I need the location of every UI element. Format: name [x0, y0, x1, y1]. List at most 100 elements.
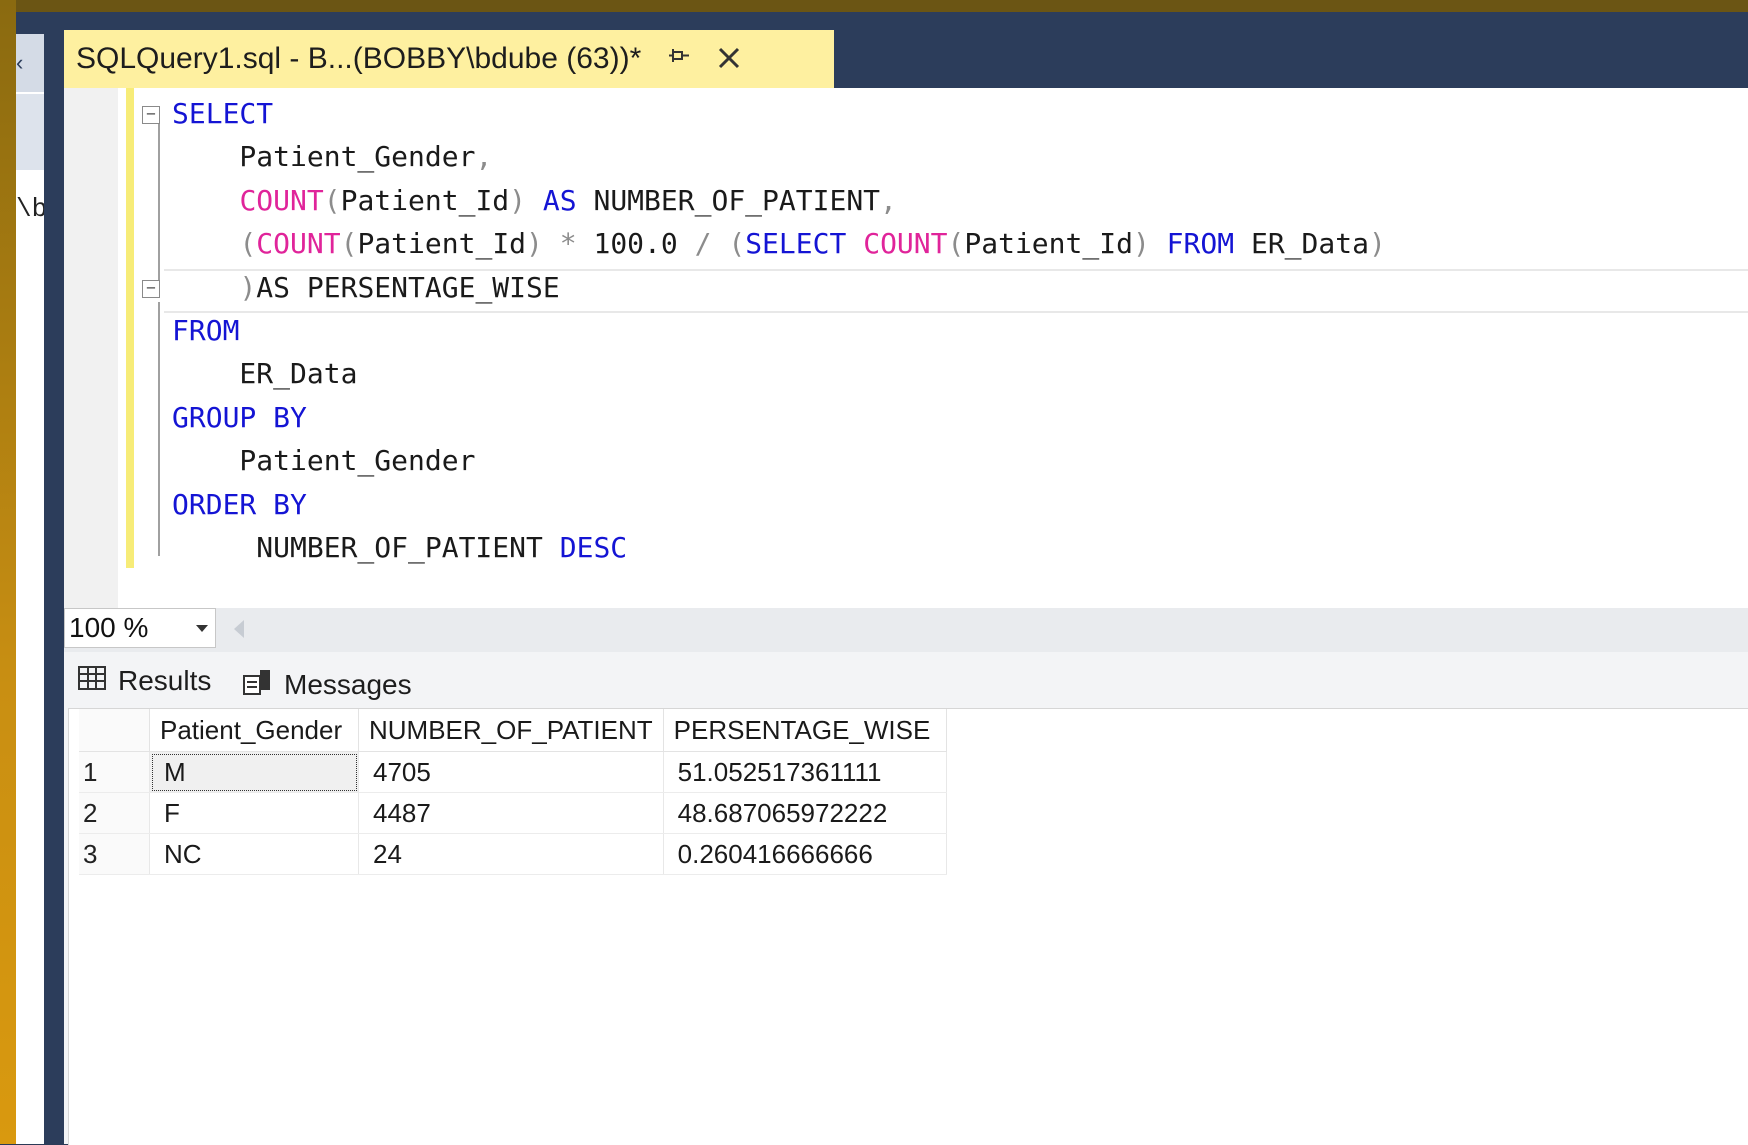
grid-cell[interactable]: 51.052517361111	[663, 751, 947, 793]
grid-cell[interactable]: F	[149, 792, 359, 834]
sql-operator: )	[1368, 227, 1386, 261]
grid-cell[interactable]: 4487	[358, 792, 664, 834]
sql-keyword: GROUP BY	[172, 400, 307, 434]
sql-keyword: ORDER BY	[172, 487, 307, 521]
row-number[interactable]: 2	[79, 792, 150, 834]
sql-keyword: FROM	[172, 313, 240, 347]
code-line[interactable]: )AS PERSENTAGE_WISE	[172, 266, 1386, 309]
document-tab-title: SQLQuery1.sql - B...(BOBBY\bdube (63))*	[76, 42, 642, 75]
sql-text: Patient_Id	[964, 227, 1133, 261]
sql-text: NUMBER_OF_PATIENT	[576, 183, 881, 217]
grid-header-row: Patient_Gender NUMBER_OF_PATIENT PERSENT…	[79, 709, 947, 752]
sql-text: ER_Data	[1234, 227, 1369, 261]
fold-guide	[158, 118, 160, 286]
sql-operator: (	[947, 227, 965, 261]
sql-operator: )	[509, 183, 527, 217]
results-grid-area[interactable]: Patient_Gender NUMBER_OF_PATIENT PERSENT…	[68, 708, 1748, 1145]
collapse-icon[interactable]: −	[142, 106, 160, 124]
sql-function: COUNT	[256, 227, 341, 261]
zoom-value: 100 %	[69, 612, 149, 643]
code-line[interactable]: SELECT	[172, 92, 1386, 135]
code-line[interactable]: NUMBER_OF_PATIENT DESC	[172, 526, 1386, 569]
sql-operator: )	[526, 227, 543, 261]
table-row[interactable]: 3 NC 24 0.260416666666	[79, 833, 947, 875]
fold-guide	[158, 302, 160, 556]
side-panel-text: \b	[16, 194, 48, 224]
document-tab[interactable]: SQLQuery1.sql - B...(BOBBY\bdube (63))*	[64, 30, 834, 88]
side-panel-toolbar	[16, 94, 44, 170]
query-editor[interactable]: − − SELECT Patient_Gender, COUNT(Patient…	[64, 88, 1748, 608]
grid-cell[interactable]: 0.260416666666	[663, 833, 947, 875]
results-pane: Results Messages Patient_Gender NUMBER_O…	[64, 652, 1748, 1145]
grid-cell[interactable]: 4705	[358, 751, 664, 793]
code-line[interactable]: COUNT(Patient_Id) AS NUMBER_OF_PATIENT,	[172, 179, 1386, 222]
results-grid[interactable]: Patient_Gender NUMBER_OF_PATIENT PERSENT…	[79, 709, 947, 875]
sql-operator: ,	[475, 140, 493, 174]
tab-results[interactable]: Results	[78, 658, 212, 704]
sql-keyword: SELECT	[172, 97, 274, 130]
editor-gutter	[64, 88, 118, 608]
sql-keyword: SELECT	[745, 227, 847, 261]
collapse-icon[interactable]: −	[142, 280, 160, 298]
code-line[interactable]: ER_Data	[172, 352, 1386, 395]
row-number[interactable]: 3	[79, 833, 150, 875]
sql-text: NUMBER_OF_PATIENT	[172, 530, 560, 564]
messages-icon	[242, 668, 272, 703]
sql-text: 100.0	[576, 227, 695, 261]
grid-icon	[78, 665, 106, 697]
table-row[interactable]: 1 M 4705 51.052517361111	[79, 751, 947, 793]
column-header[interactable]: NUMBER_OF_PATIENT	[358, 709, 664, 752]
sql-function: COUNT	[239, 183, 324, 217]
code-line[interactable]: FROM	[172, 309, 1386, 352]
grid-cell[interactable]: 24	[358, 833, 664, 875]
close-icon[interactable]	[717, 42, 741, 76]
grid-corner[interactable]	[79, 709, 150, 752]
sql-text: Patient_Gender	[172, 444, 476, 478]
sql-keyword: AS	[542, 183, 577, 217]
column-header[interactable]: PERSENTAGE_WISE	[663, 709, 947, 752]
tab-results-label: Results	[118, 665, 212, 696]
sql-function: COUNT	[863, 227, 948, 261]
sql-operator: /	[694, 227, 712, 261]
sql-text: AS PERSENTAGE_WISE	[256, 270, 560, 304]
code-line[interactable]: (COUNT(Patient_Id) * 100.0 / (SELECT COU…	[172, 222, 1386, 265]
sql-operator: )	[1132, 227, 1150, 261]
tab-messages-label: Messages	[284, 669, 412, 700]
pin-icon[interactable]	[669, 44, 691, 75]
sql-keyword: FROM	[1166, 227, 1235, 261]
code-line[interactable]: Patient_Gender,	[172, 135, 1386, 178]
side-panel-glyph: ‹	[16, 50, 24, 75]
code-line[interactable]: ORDER BY	[172, 483, 1386, 526]
scroll-left-icon[interactable]	[232, 616, 246, 648]
row-number[interactable]: 1	[79, 751, 150, 793]
sql-keyword: DESC	[559, 530, 628, 564]
grid-cell[interactable]: NC	[149, 833, 359, 875]
sql-operator: (	[323, 183, 341, 217]
sql-text: Patient_Id	[357, 227, 527, 261]
sql-code[interactable]: SELECT Patient_Gender, COUNT(Patient_Id)…	[172, 92, 1386, 569]
sql-text: Patient_Id	[340, 183, 510, 217]
sql-operator: (	[239, 227, 257, 261]
code-line[interactable]: GROUP BY	[172, 396, 1386, 439]
change-tracking-bar	[126, 88, 134, 568]
ssms-window: ‹ \b SQLQuery1.sql - B...(BOBBY\bdube (6…	[16, 12, 1748, 1145]
sql-text: ER_Data	[172, 357, 358, 391]
sql-text: Patient_Gender	[172, 140, 476, 174]
table-row[interactable]: 2 F 4487 48.687065972222	[79, 792, 947, 834]
code-line[interactable]: Patient_Gender	[172, 439, 1386, 482]
side-panel-header[interactable]: ‹	[16, 34, 44, 92]
tab-messages[interactable]: Messages	[242, 662, 412, 708]
grid-cell[interactable]: M	[149, 751, 359, 793]
zoom-dropdown[interactable]: 100 %	[64, 608, 216, 648]
sql-operator: *	[559, 227, 577, 261]
column-header[interactable]: Patient_Gender	[149, 709, 359, 752]
grid-cell[interactable]: 48.687065972222	[663, 792, 947, 834]
